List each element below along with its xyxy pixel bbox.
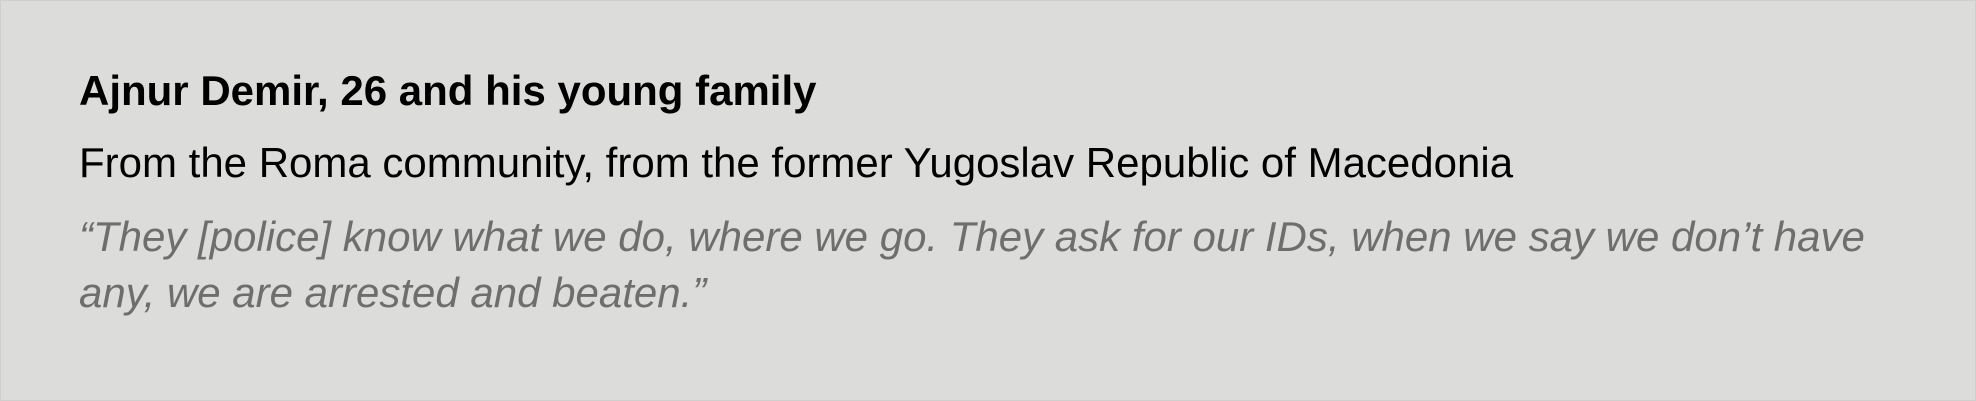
testimony-card: Ajnur Demir, 26 and his young family Fro…	[0, 0, 1976, 401]
person-origin: From the Roma community, from the former…	[79, 139, 1514, 186]
testimony-content: Ajnur Demir, 26 and his young family Fro…	[79, 63, 1939, 321]
person-quote: “They [police] know what we do, where we…	[79, 213, 1865, 316]
person-name-heading: Ajnur Demir, 26 and his young family	[79, 67, 817, 114]
